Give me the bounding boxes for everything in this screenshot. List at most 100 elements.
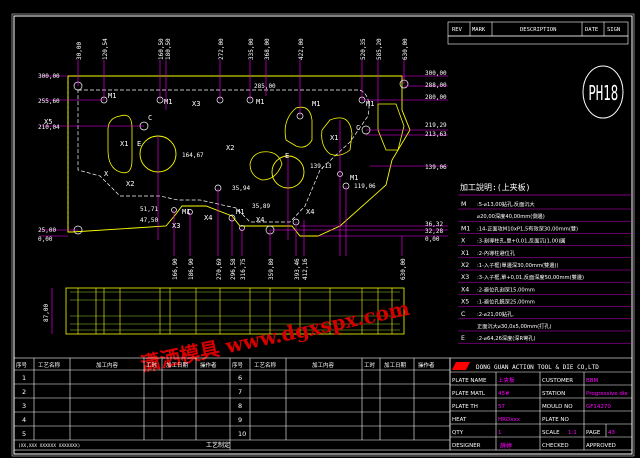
right-dim-6: 36,32 [425,221,443,228]
process-row-number: 7 [238,388,242,396]
title-value: GF14270 [586,404,611,410]
inner-dim-8: 87,00 [43,304,50,322]
process-row-number: 5 [22,430,26,438]
process-header: 加工日期 [384,361,407,369]
title-value: 上夹板 [498,376,515,384]
process-header: 工时 [146,361,158,369]
inner-dim-6: 139,13 [310,163,332,170]
process-table-grid [13,357,451,451]
note-code: M [461,201,466,208]
label-x: X [104,170,109,178]
process-row-number: 8 [238,402,242,410]
notes-title: 加工說明:(上夹板) [460,182,530,192]
process-header: 工时 [364,361,376,369]
left-dim-1: 255,60 [38,98,60,105]
label-m1-f: M1 [350,174,358,182]
label-x2-center: X2 [226,144,234,152]
date-header: DATE [585,27,598,33]
right-dim-7: 32,28 [425,228,443,235]
process-left-footer: (XX,XXX XXXXXX XXXXXXX) [18,443,80,449]
bottom-dim-4: 316,75 [240,258,247,280]
cad-drawing-canvas: REV MARK DESCRIPTION DATE SIGN PH18 300,… [0,0,640,458]
note-code: X [461,238,466,245]
rev-header: REV [452,27,463,33]
top-dim-2: 160,50 [158,38,165,60]
top-dim-5: 335,00 [248,38,255,60]
label-m1-b: M1 [164,98,172,106]
title-value: 57 [498,404,505,410]
description-header: DESCRIPTION [520,27,556,33]
right-dim-4: 213,63 [425,131,447,138]
mark-header: MARK [472,27,486,33]
note-text: :1-避位孔銑深25,00mm [477,298,535,306]
process-row-number: 6 [238,374,242,382]
process-row-number: 2 [22,388,26,396]
process-row-number: 9 [238,416,242,424]
bottom-dim-6: 393,46 [294,258,301,280]
title-value: BBM [586,378,599,384]
label-c-right: C [356,124,360,132]
process-table-left: 序号 工艺名称 加工内容 工时 加工日期 操作者 1 2 3 4 5 [16,361,217,438]
process-row-number: 10 [238,430,246,438]
top-dim-0: 30,00 [76,42,83,60]
process-header: 工艺名称 [254,361,277,369]
process-row-number: 1 [22,374,26,382]
bottom-dim-1: 186,90 [188,258,195,280]
bottom-dim-7: 412,16 [302,258,309,280]
process-right-footer: 工艺制定 [206,441,230,449]
notes-panel: 加工說明:(上夹板) [458,182,632,196]
note-code: C [461,311,465,318]
right-dim-5: 139,06 [425,164,447,171]
process-row-number: 3 [22,402,26,410]
title-value: Progressive die [586,391,628,397]
title-label: MOULD NO [542,404,573,410]
top-dim-1: 120,54 [102,38,109,60]
bottom-dim-2: 270,69 [216,258,223,280]
left-dim-4: 0,00 [38,236,53,243]
note-text: ⌀20,00深度40,00mm(側邊) [477,212,545,220]
label-m1-a: M1 [108,92,116,100]
cavity-contour [77,89,370,223]
note-text: :1-入子框(單邊深30,00mm(雙邊)) [477,261,558,269]
note-text: :2-⌀64,26深度(深R彎孔) [477,334,535,342]
label-m1-g: M1 [182,208,190,216]
top-dim-7: 422,00 [298,38,305,60]
right-dim-8: 0,00 [425,236,440,243]
company-logo-icon [452,362,470,370]
process-header: 序号 [16,361,28,369]
bottom-dim-5: 359,80 [268,258,275,280]
top-dim-3: 180,50 [165,38,172,60]
label-x5: X5 [44,118,52,126]
label-x4-bottom: X4 [204,214,212,222]
slot-shapes [107,103,405,181]
note-code: X3 [461,274,469,281]
note-text: :3-入子框,單+0,01,反面深度50,00mm(雙邊) [477,273,584,281]
title-label: CHECKED [542,443,569,449]
process-header: 操作者 [200,361,217,369]
inner-dim-3: 51,71 [140,206,158,213]
inner-dim-4: 47,50 [140,217,158,224]
title-label: PLATE TH [452,404,478,410]
title-value: HRDxxx [498,417,521,423]
top-dim-6: 368,00 [264,38,271,60]
bottom-dim-0: 166,90 [172,258,179,280]
title-value: 1:1 [568,430,577,436]
note-code: X2 [461,262,469,269]
bottom-dim-3: 296,58 [230,258,237,280]
label-m1-e: M1 [366,100,374,108]
right-dim-3: 219,29 [425,122,447,129]
note-code: E [461,335,465,342]
right-dim-0: 300,00 [425,70,447,77]
title-label: PAGE [586,430,601,436]
label-m1-c: M1 [256,98,264,106]
label-x1-left: X1 [120,140,128,148]
title-label: QTY [452,430,464,436]
top-dim-10: 630,00 [402,38,409,60]
note-code: X5 [461,299,469,306]
label-e-left: E [137,140,141,148]
inner-dim-5: 35,89 [252,203,270,210]
process-table-right: 序号 工艺名称 加工内容 工时 加工日期 操作者 6 7 8 9 10 [232,361,435,438]
label-m1-h: M1 [236,208,244,216]
process-header: 加工内容 [312,361,335,369]
label-c-left: C [148,114,152,122]
